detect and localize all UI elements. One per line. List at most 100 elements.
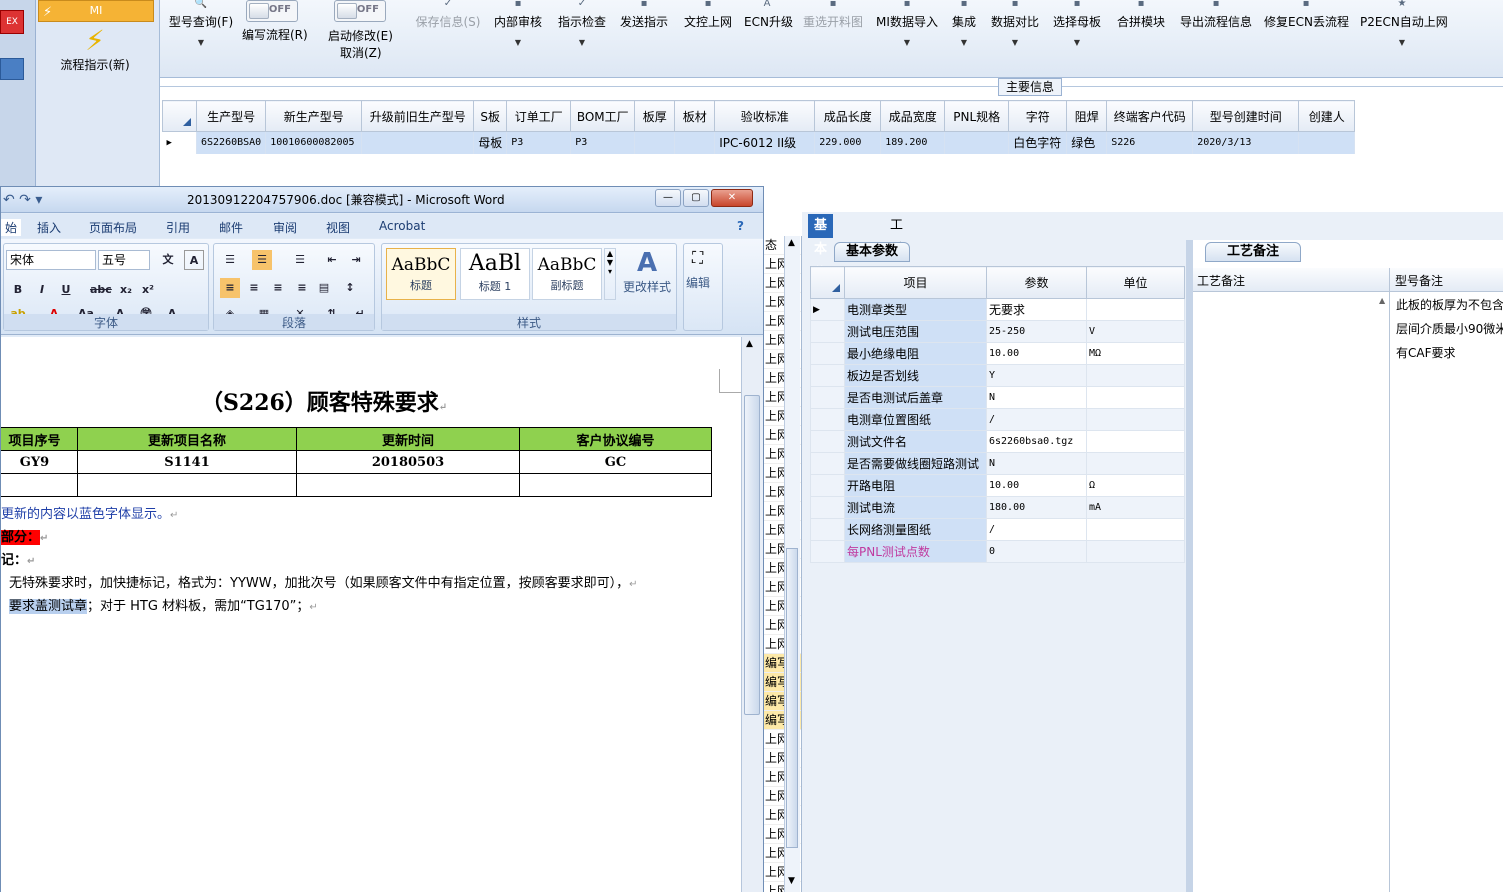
column-header[interactable]: 板厚	[634, 100, 676, 132]
phonetic-icon[interactable]: 文	[158, 250, 178, 270]
table-row[interactable]: ▶ 6S2260BSA0 10010600082005 母板 P3 P3 IPC-6012…	[162, 131, 1356, 154]
column-header[interactable]: 板材	[674, 100, 716, 132]
char-border-icon[interactable]: A	[184, 250, 204, 270]
table-row[interactable]: 最小绝缘电阻 10.00 MΩ	[810, 342, 1185, 365]
row-pointer-icon[interactable]: ▶	[810, 298, 845, 321]
tab-layout[interactable]: 页面布局	[89, 219, 137, 236]
table-cell[interactable]	[944, 131, 1010, 154]
close-button[interactable]: ✕	[711, 189, 753, 207]
table-row[interactable]: 是否电测试后盖章 N	[810, 386, 1185, 409]
row-selector[interactable]	[810, 496, 845, 519]
status-list-scrollbar[interactable]: ▲ ▼	[784, 236, 800, 892]
tab-review[interactable]: 审阅	[273, 219, 297, 236]
module-icon[interactable]	[0, 58, 24, 80]
start-modify-toggle[interactable]: OFF	[334, 0, 386, 22]
table-row[interactable]: 测试电压范围 25-250 V	[810, 320, 1185, 343]
multilevel-icon[interactable]: ☰	[290, 250, 310, 270]
row-selector[interactable]	[810, 408, 845, 431]
table-cell[interactable]: 10010600082005	[265, 131, 363, 154]
tb-doc-online[interactable]: ▪ 文控上网	[682, 0, 734, 78]
row-selector[interactable]	[810, 320, 845, 343]
param-value[interactable]: /	[986, 408, 1087, 431]
scroll-down-icon[interactable]: ▼	[788, 876, 795, 886]
style-heading1[interactable]: AaBl 标题 1	[460, 248, 530, 300]
column-header[interactable]: PNL规格	[944, 100, 1010, 132]
row-selector[interactable]	[810, 430, 845, 453]
param-value[interactable]: 6s2260bsa0.tgz	[986, 430, 1087, 453]
param-value[interactable]: 10.00	[986, 342, 1087, 365]
table-row[interactable]: ▶ 电测章类型 无要求	[810, 298, 1185, 321]
undo-icon[interactable]: ↶ ↷ ▾	[3, 187, 42, 213]
table-cell[interactable]	[674, 131, 716, 154]
scroll-thumb[interactable]	[744, 395, 760, 715]
save-button[interactable]: ✓ 保存信息(S)	[410, 0, 486, 78]
tb-export-flow[interactable]: ▪ 导出流程信息	[1178, 0, 1254, 78]
param-value[interactable]: 0	[986, 540, 1087, 563]
editing-group[interactable]: ⛶ 编辑	[683, 243, 723, 331]
align-center-icon[interactable]: ≡	[244, 278, 264, 298]
font-name-select[interactable]: 宋体	[6, 250, 96, 270]
font-size-select[interactable]: 五号	[98, 250, 150, 270]
minimize-button[interactable]: —	[655, 189, 681, 207]
superscript-icon[interactable]: x²	[138, 280, 158, 300]
column-header[interactable]: 阻焊	[1066, 100, 1108, 132]
align-left-icon[interactable]: ≡	[220, 278, 240, 298]
table-cell[interactable]	[361, 131, 475, 154]
tb-select-mother[interactable]: ▪ 选择母板 ▼	[1052, 0, 1102, 78]
table-cell[interactable]: 白色字符	[1008, 131, 1068, 154]
param-value[interactable]: 无要求	[986, 298, 1087, 321]
table-cell[interactable]: 229.000	[814, 131, 882, 154]
row-selector[interactable]	[810, 518, 845, 541]
column-header[interactable]: S板	[473, 100, 508, 132]
query-button[interactable]: 🔍 型号查询(F) ▼	[166, 0, 236, 78]
table-cell[interactable]	[634, 131, 676, 154]
underline-icon[interactable]: U	[56, 280, 76, 300]
tab-references[interactable]: 引用	[166, 219, 190, 236]
table-cell[interactable]: 2020/3/13	[1192, 131, 1300, 154]
column-header[interactable]: 验收标准	[714, 100, 816, 132]
table-cell[interactable]: 6S2260BSA0	[196, 131, 267, 154]
table-row[interactable]: 测试电流 180.00 mA	[810, 496, 1185, 519]
align-right-icon[interactable]: ≡	[268, 278, 288, 298]
tab-view[interactable]: 视图	[326, 219, 350, 236]
column-header[interactable]: 升级前旧生产型号	[361, 100, 475, 132]
table-cell[interactable]: IPC-6012 II级	[714, 131, 816, 154]
italic-icon[interactable]: I	[32, 280, 52, 300]
tab-work-hours[interactable]: 工时	[884, 214, 909, 257]
increase-indent-icon[interactable]: ⇥	[346, 250, 366, 270]
column-header[interactable]: 新生产型号	[265, 100, 363, 132]
numbering-icon[interactable]: ☰	[252, 250, 272, 270]
row-selector[interactable]	[810, 364, 845, 387]
styles-scroll[interactable]: ▲ ▼ ▾	[604, 248, 616, 300]
column-header[interactable]: 生产型号	[195, 100, 267, 132]
column-header[interactable]: 成品宽度	[880, 100, 946, 132]
table-row[interactable]: 电测章位置图纸 /	[810, 408, 1185, 431]
tb-p2ecn-auto[interactable]: ★ P2ECN自动上网 ▼	[1360, 0, 1448, 78]
document-page[interactable]: （S226）顾客特殊要求↵ 项目序号 更新项目名称 更新时间 客户协议编号 GY…	[1, 337, 741, 892]
tb-merge-module[interactable]: ▪ 合拼模块	[1116, 0, 1166, 78]
table-row[interactable]: 开路电阻 10.00 Ω	[810, 474, 1185, 497]
row-selector[interactable]	[810, 540, 845, 563]
tab-home[interactable]: 始	[1, 219, 22, 236]
table-row[interactable]: 板边是否划线 Y	[810, 364, 1185, 387]
edit-flow-button[interactable]: 编写流程(R)	[242, 26, 308, 46]
column-header[interactable]: 成品长度	[814, 100, 882, 132]
param-value[interactable]: 25-250	[986, 320, 1087, 343]
tb-send-indication[interactable]: ▪ 发送指示	[618, 0, 670, 78]
tb-ecn-upgrade[interactable]: A ECN升级	[744, 0, 793, 78]
change-style-button[interactable]: A 更改样式	[620, 248, 674, 312]
table-cell[interactable]	[1298, 131, 1356, 154]
table-cell[interactable]: 189.200	[880, 131, 946, 154]
row-selector[interactable]	[810, 342, 845, 365]
param-value[interactable]: N	[986, 452, 1087, 475]
bullets-icon[interactable]: ☰	[220, 250, 240, 270]
table-cell[interactable]: P3	[506, 131, 572, 154]
column-header[interactable]: 终端客户代码	[1106, 100, 1194, 132]
tb-repair-ecn[interactable]: ▪ 修复ECN丢流程	[1264, 0, 1349, 78]
table-cell[interactable]: 母板	[473, 131, 508, 154]
table-row[interactable]: 测试文件名 6s2260bsa0.tgz	[810, 430, 1185, 453]
row-selector[interactable]	[810, 474, 845, 497]
maximize-button[interactable]: ▢	[683, 189, 709, 207]
tb-indication-check[interactable]: ✓ 指示检查 ▼	[556, 0, 608, 78]
app-icon[interactable]: EX	[0, 10, 24, 34]
